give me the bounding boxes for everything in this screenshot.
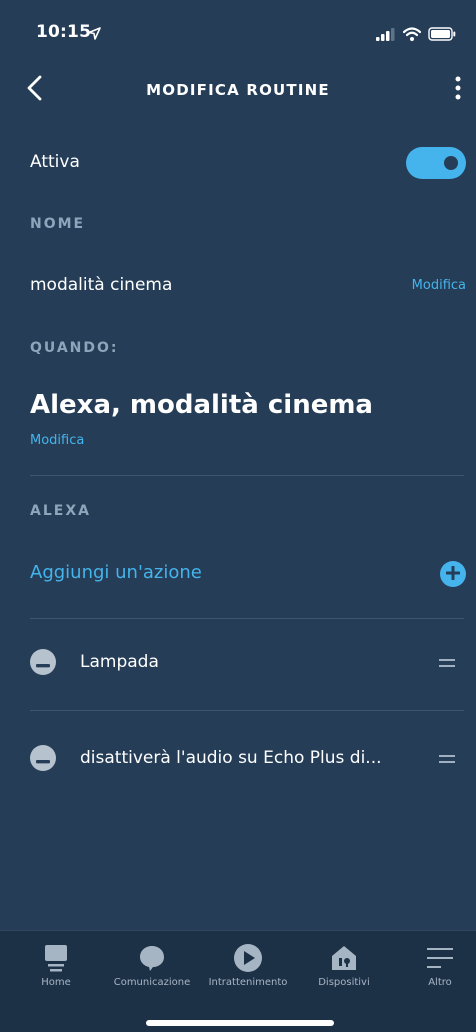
tab-home[interactable]: Home: [8, 931, 104, 1001]
remove-action-button[interactable]: [30, 649, 56, 675]
chat-bubble-icon: [135, 943, 169, 973]
tab-label: Home: [41, 977, 71, 988]
tab-comunicazione[interactable]: Comunicazione: [104, 931, 200, 1001]
trigger-phrase: Alexa, modalità cinema: [30, 390, 373, 420]
action-text[interactable]: disattiverà l'audio su Echo Plus di...: [80, 748, 420, 768]
status-time: 10:15: [36, 22, 92, 42]
remove-action-button[interactable]: [30, 745, 56, 771]
cellular-signal-icon: [376, 26, 396, 45]
when-section-label: QUANDO:: [30, 340, 119, 356]
name-section-label: NOME: [30, 216, 86, 232]
alexa-section-label: ALEXA: [30, 503, 91, 519]
divider: [30, 710, 464, 711]
routine-name: modalità cinema: [30, 275, 173, 295]
divider: [30, 475, 464, 476]
add-action-button[interactable]: [440, 561, 466, 587]
tab-label: Dispositivi: [318, 977, 370, 988]
add-action-link[interactable]: Aggiungi un'azione: [30, 562, 464, 583]
nav-bar: MODIFICA ROUTINE: [0, 64, 476, 116]
location-arrow-icon: [88, 25, 101, 44]
tab-dispositivi[interactable]: Dispositivi: [296, 931, 392, 1001]
home-icon: [39, 943, 73, 973]
minus-icon: [36, 653, 50, 672]
edit-name-link[interactable]: Modifica: [412, 278, 466, 293]
active-toggle[interactable]: [406, 147, 466, 179]
status-bar: 10:15: [0, 0, 476, 64]
status-indicators: [376, 26, 456, 45]
tab-label: Intrattenimento: [208, 977, 288, 988]
page-title: MODIFICA ROUTINE: [146, 81, 330, 99]
action-text[interactable]: Lampada: [80, 652, 420, 672]
tab-label: Altro: [428, 977, 452, 988]
minus-icon: [36, 749, 50, 768]
menu-lines-icon: [423, 943, 457, 973]
active-label: Attiva: [30, 152, 80, 172]
tab-altro[interactable]: Altro: [392, 931, 476, 1001]
edit-trigger-link[interactable]: Modifica: [30, 433, 464, 448]
tab-label: Comunicazione: [113, 977, 191, 988]
devices-house-icon: [327, 943, 361, 973]
home-indicator[interactable]: [146, 1020, 334, 1026]
play-icon: [231, 943, 265, 973]
action-row: disattiverà l'audio su Echo Plus di...: [30, 738, 464, 778]
vertical-dots-icon: [455, 76, 461, 104]
plus-icon: [445, 565, 461, 584]
tab-intrattenimento[interactable]: Intrattenimento: [200, 931, 296, 1001]
divider: [30, 618, 464, 619]
toggle-knob: [444, 156, 458, 170]
drag-handle-icon[interactable]: [438, 749, 458, 768]
battery-icon: [428, 26, 456, 45]
more-options-button[interactable]: [446, 72, 470, 108]
action-row: Lampada: [30, 642, 464, 682]
tab-bar: Home Comunicazione Intrattenimento Dispo…: [0, 930, 476, 1032]
drag-handle-icon[interactable]: [438, 653, 458, 672]
wifi-icon: [402, 26, 422, 45]
